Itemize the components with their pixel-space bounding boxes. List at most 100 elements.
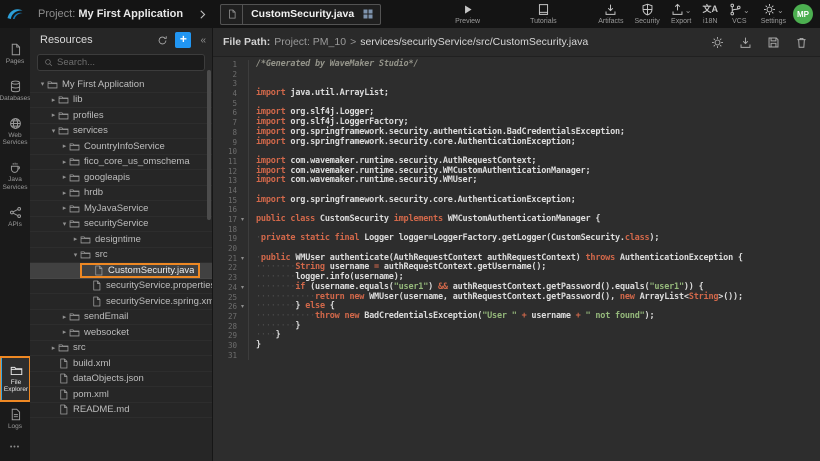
code-line[interactable]: 28 ········} <box>213 322 820 332</box>
tree-item[interactable]: ▸lib <box>30 93 212 109</box>
chevron-right-icon[interactable]: ▸ <box>71 235 80 243</box>
tree-item[interactable]: ▸fico_core_us_omschema <box>30 155 212 171</box>
chevron-down-icon[interactable]: ▾ <box>49 127 58 135</box>
artifacts-button[interactable]: Artifacts <box>598 3 623 25</box>
tree-item[interactable]: ▸sendEmail <box>30 310 212 326</box>
preview-button[interactable]: Preview <box>455 3 480 25</box>
open-file-tab[interactable]: CustomSecurity.java <box>220 4 381 25</box>
folder-icon <box>58 94 69 105</box>
chevron-right-icon[interactable]: ▸ <box>60 328 69 336</box>
tree-item[interactable]: build.xml <box>30 356 212 372</box>
sidebar-item-logs[interactable]: Logs <box>0 401 30 438</box>
save-icon <box>767 36 780 49</box>
vcs-button[interactable]: ⌄ VCS <box>729 3 750 25</box>
chevron-right-icon[interactable]: ▸ <box>49 96 58 104</box>
tree-item[interactable]: ▾My First Application <box>30 77 212 93</box>
db-icon <box>9 80 22 93</box>
line-number: 11 <box>213 157 237 167</box>
code-line[interactable]: 27 ············throw new BadCredentialsE… <box>213 312 820 322</box>
tree-item[interactable]: ▸designtime <box>30 232 212 248</box>
tree-item[interactable]: ▾services <box>30 124 212 140</box>
line-number: 8 <box>213 128 237 138</box>
page-icon <box>9 43 22 56</box>
file-path-bar: File Path: Project: PM_10 > services/sec… <box>213 28 820 57</box>
user-avatar[interactable]: MP <box>793 4 813 24</box>
tree-item[interactable]: ▸MyJavaService <box>30 201 212 217</box>
fold-marker-icon[interactable]: ▾ <box>237 283 248 293</box>
tree-item[interactable]: CustomSecurity.java <box>30 263 212 279</box>
i18n-button[interactable]: 文A i18N <box>703 3 719 25</box>
sidebar-item-pages[interactable]: Pages <box>0 36 30 73</box>
code-line[interactable]: 30 } <box>213 341 820 351</box>
tree-item[interactable]: ▸CountryInfoService <box>30 139 212 155</box>
chevron-right-icon[interactable]: ▸ <box>60 158 69 166</box>
security-button[interactable]: Security <box>635 3 660 25</box>
tree-item[interactable]: securityService.properties <box>30 279 212 295</box>
code-line[interactable]: 13 import com.wavemaker.runtime.security… <box>213 176 820 186</box>
chevron-right-icon[interactable]: ▸ <box>60 189 69 197</box>
chevron-down-icon[interactable]: ▾ <box>60 220 69 228</box>
code-line[interactable]: 29 ····} <box>213 331 820 341</box>
code-line[interactable]: 19 ·private static final Logger logger=L… <box>213 234 820 244</box>
chevron-right-icon[interactable]: ▸ <box>49 111 58 119</box>
code-line[interactable]: 9 import org.springframework.security.co… <box>213 138 820 148</box>
tree-item[interactable]: ▾securityService <box>30 217 212 233</box>
code-editor[interactable]: 1 /*Generated by WaveMaker Studio*/ 2 3 … <box>213 57 820 461</box>
line-number: 23 <box>213 273 237 283</box>
export-button[interactable]: ⌄ Export <box>671 3 692 25</box>
chevron-right-icon[interactable]: ▸ <box>60 173 69 181</box>
tree-scrollbar[interactable] <box>207 70 211 220</box>
settings-button[interactable]: ⌄ Settings <box>761 3 786 25</box>
file-settings-button[interactable] <box>711 36 724 49</box>
tree-item[interactable]: ▾src <box>30 248 212 264</box>
code-line[interactable]: 4 import java.util.ArrayList; <box>213 89 820 99</box>
folder-icon <box>58 342 69 353</box>
tree-item[interactable]: ▸websocket <box>30 325 212 341</box>
tree-item[interactable]: ▸hrdb <box>30 186 212 202</box>
tree-item[interactable]: README.md <box>30 403 212 419</box>
delete-file-button[interactable] <box>795 36 808 49</box>
tree-item[interactable]: dataObjects.json <box>30 372 212 388</box>
file-icon <box>58 404 69 415</box>
annotation-highlight: CustomSecurity.java <box>80 263 200 278</box>
code-line[interactable]: 17 ▾ public class CustomSecurity impleme… <box>213 215 820 225</box>
sidebar-item-file-explorer[interactable]: File Explorer <box>0 357 30 402</box>
download-file-button[interactable] <box>739 36 752 49</box>
code-line[interactable]: 2 <box>213 70 820 80</box>
chevron-down-icon[interactable]: ▾ <box>71 251 80 259</box>
chevron-right-icon[interactable]: ▸ <box>60 142 69 150</box>
chevron-right-icon[interactable]: ▸ <box>60 204 69 212</box>
tree-item[interactable]: ▸googleapis <box>30 170 212 186</box>
code-line[interactable]: 1 /*Generated by WaveMaker Studio*/ <box>213 60 820 70</box>
line-number: 20 <box>213 244 237 254</box>
globe-icon <box>9 117 22 130</box>
search-input[interactable] <box>57 57 198 68</box>
grid-icon[interactable] <box>362 8 380 20</box>
line-number: 18 <box>213 225 237 235</box>
tree-item[interactable]: pom.xml <box>30 387 212 403</box>
line-number: 17 <box>213 215 237 225</box>
sidebar-item-databases[interactable]: Databases <box>0 73 30 110</box>
fold-marker-icon[interactable]: ▾ <box>237 254 248 264</box>
add-resource-button[interactable]: + <box>175 32 191 48</box>
fold-marker-icon[interactable]: ▾ <box>237 302 248 312</box>
sidebar-item-web-services[interactable]: Web Services <box>0 110 30 155</box>
code-line[interactable]: 31 <box>213 351 820 361</box>
save-file-button[interactable] <box>767 36 780 49</box>
chevron-down-icon[interactable]: ▾ <box>38 80 47 88</box>
sidebar-item-apis[interactable]: APIs <box>0 199 30 236</box>
fold-marker-icon[interactable]: ▾ <box>237 215 248 225</box>
tree-item[interactable]: securityService.spring.xml <box>30 294 212 310</box>
tree-item[interactable]: ▸profiles <box>30 108 212 124</box>
sidebar-item-java-services[interactable]: Java Services <box>0 154 30 199</box>
chevron-right-icon[interactable]: ▸ <box>60 313 69 321</box>
refresh-icon[interactable] <box>157 35 168 46</box>
tutorials-button[interactable]: Tutorials <box>530 3 557 25</box>
collapse-panel-icon[interactable]: « <box>198 35 208 46</box>
code-line[interactable]: 15 import org.springframework.security.c… <box>213 196 820 206</box>
sidebar-more-button[interactable]: ••• <box>0 438 30 461</box>
tree-item[interactable]: ▸src <box>30 341 212 357</box>
api-icon <box>9 206 22 219</box>
wavemaker-logo-icon[interactable] <box>0 0 30 28</box>
chevron-right-icon[interactable]: ▸ <box>49 344 58 352</box>
